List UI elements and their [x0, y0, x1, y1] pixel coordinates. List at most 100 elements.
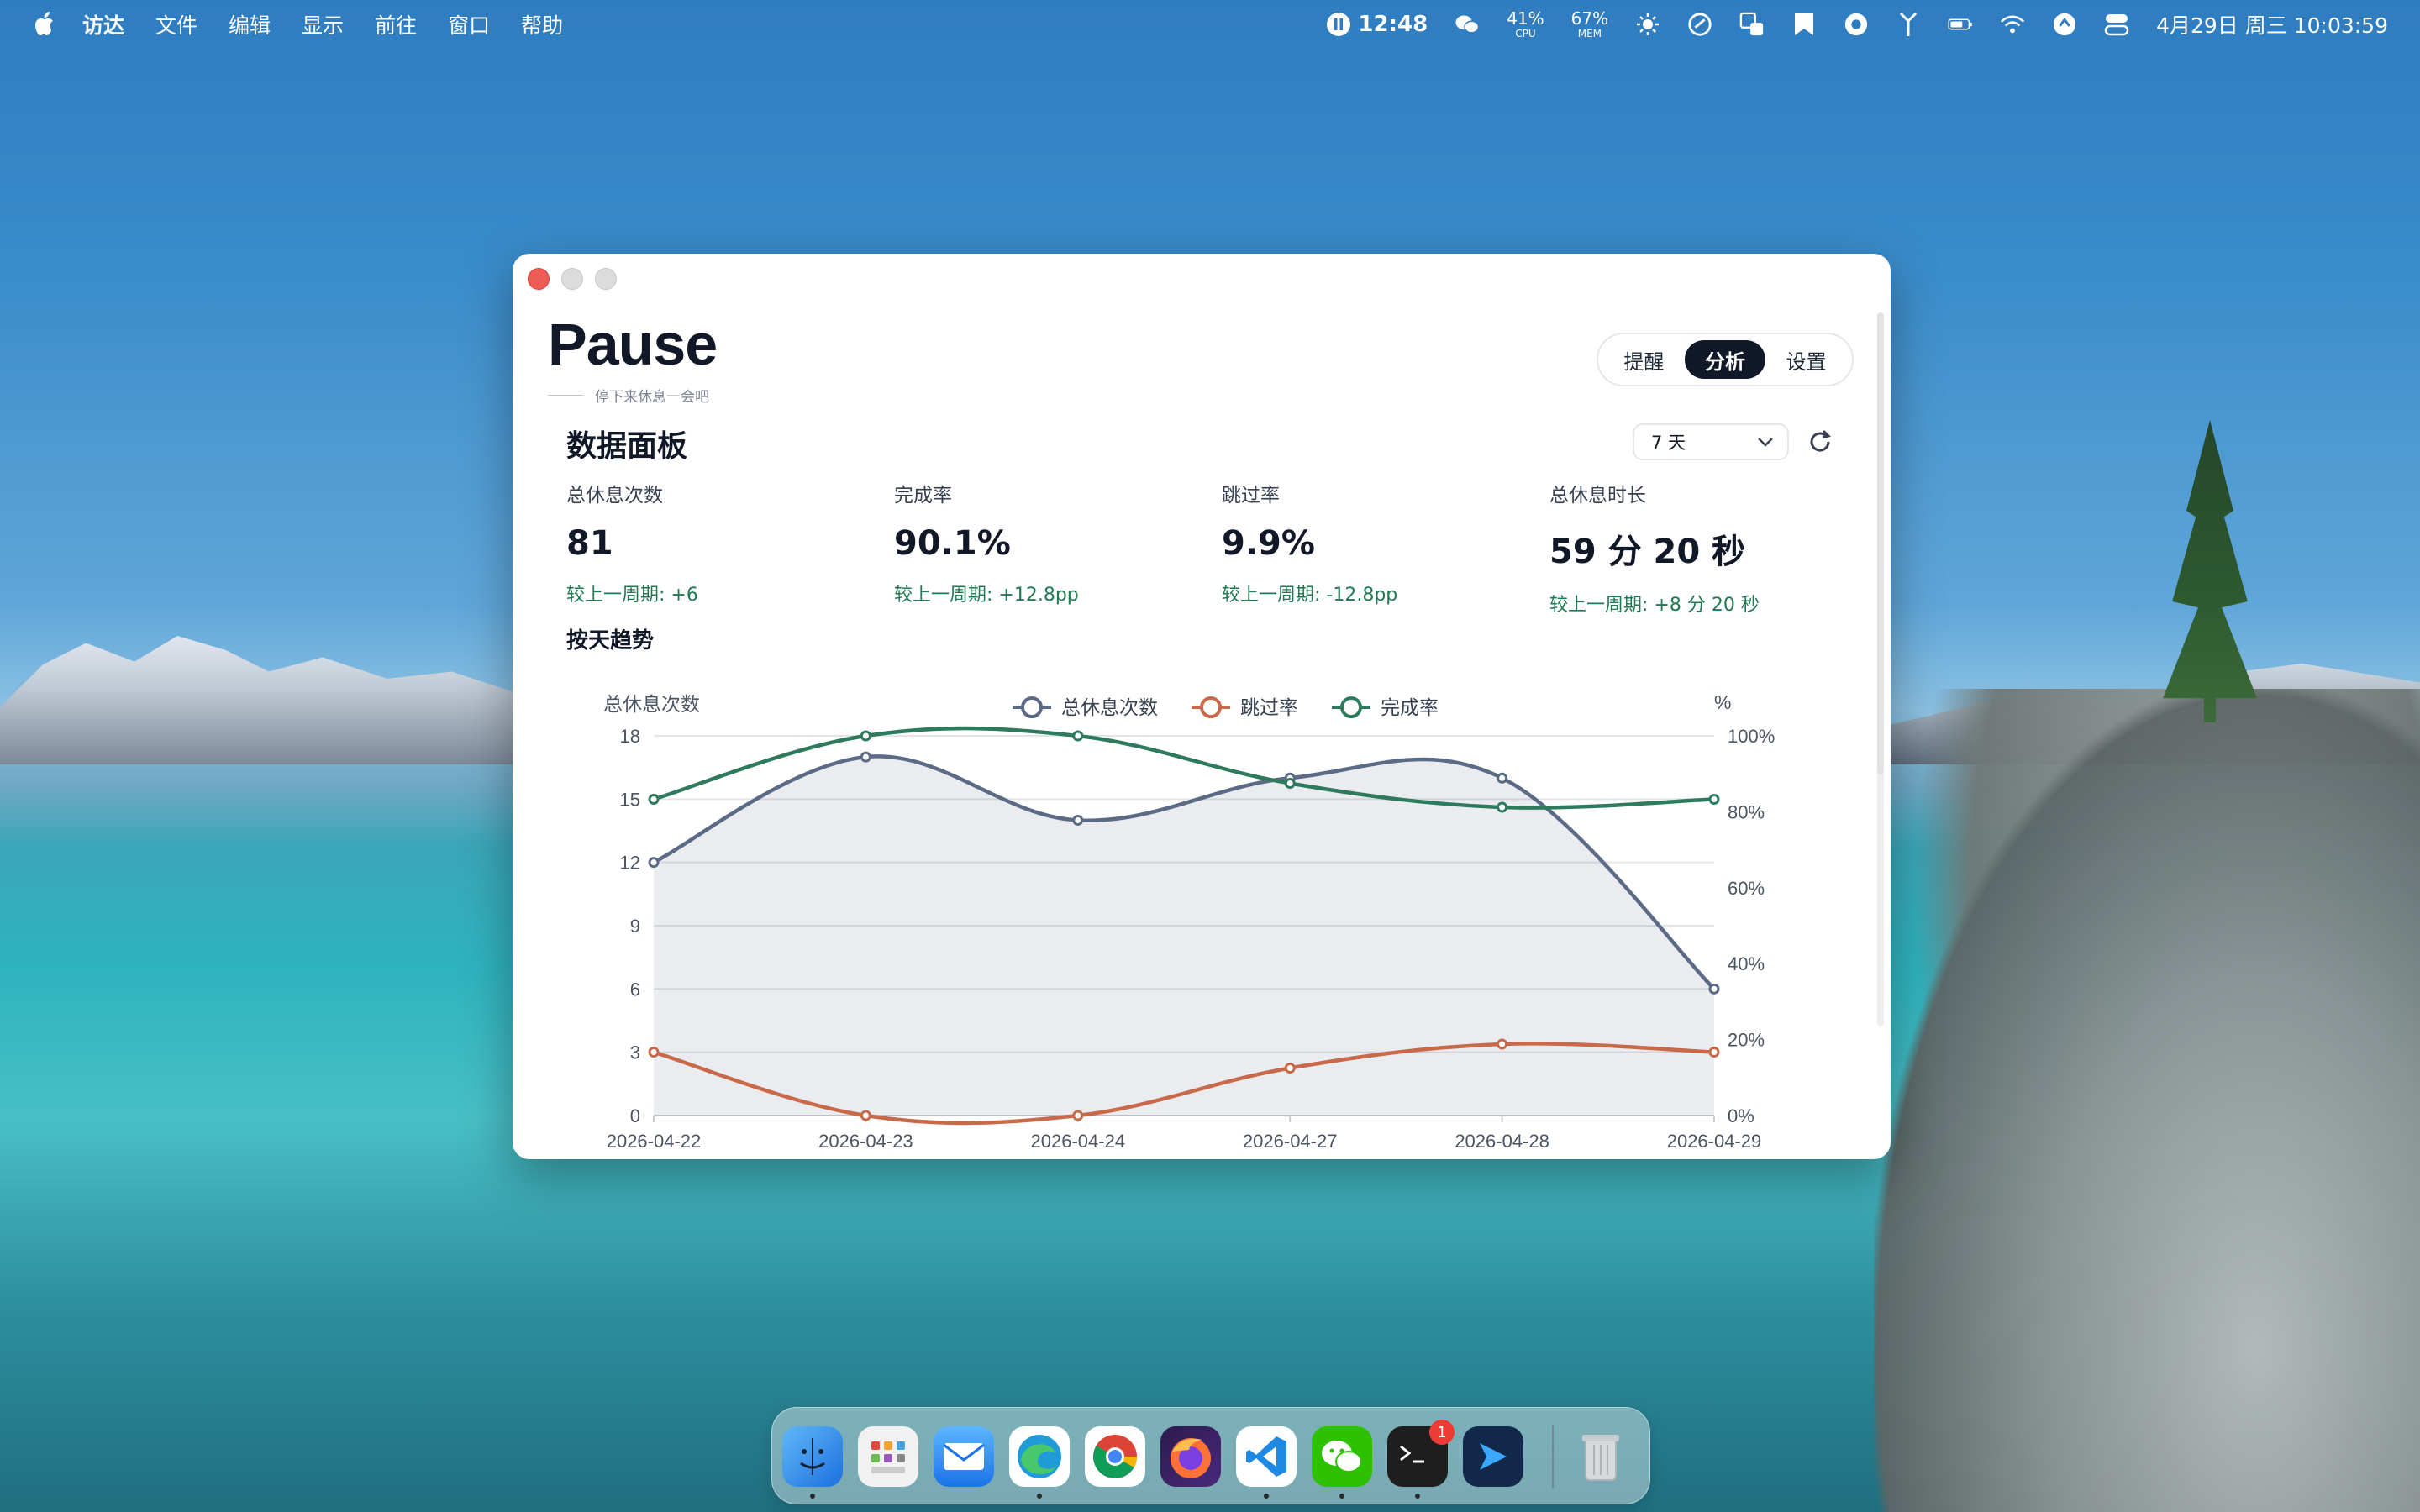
background-mountains: [0, 636, 538, 764]
data-point: [1072, 814, 1084, 826]
legend-label: 完成率: [1381, 696, 1439, 718]
legend-marker: [1200, 696, 1222, 718]
mem-value: 67%: [1570, 8, 1609, 29]
trash-icon[interactable]: [1570, 1426, 1631, 1487]
wifi-icon[interactable]: [2000, 12, 2025, 37]
data-point: [1284, 778, 1296, 789]
stat-value: 9.9%: [1222, 524, 1315, 563]
tagline-text: 停下来休息一会吧: [595, 389, 709, 406]
data-point: [860, 751, 871, 763]
legend-label: 跳过率: [1240, 696, 1298, 718]
refresh-button[interactable]: [1805, 427, 1835, 457]
y-tick-label: 3: [630, 1042, 640, 1063]
stat-label: 完成率: [894, 485, 952, 507]
background-rocks: [1874, 689, 2420, 1512]
tab-reminders[interactable]: 提醒: [1603, 340, 1685, 379]
tab-switcher: 提醒 分析 设置: [1597, 333, 1854, 386]
scrollbar-thumb[interactable]: [1877, 312, 1884, 774]
menu-help[interactable]: 帮助: [521, 9, 563, 39]
minimize-button[interactable]: [561, 268, 583, 290]
zoom-button[interactable]: [595, 268, 617, 290]
pause-window: Pause 停下来休息一会吧 提醒 分析 设置 数据面板 7 天 总休息次数 8…: [513, 254, 1891, 1159]
firefox-icon[interactable]: [1160, 1426, 1221, 1487]
y-right-tick-label: 20%: [1728, 1030, 1765, 1051]
vscode-icon[interactable]: [1236, 1426, 1297, 1499]
data-point: [1708, 793, 1720, 805]
menu-edit[interactable]: 编辑: [229, 9, 271, 39]
tagline: 停下来休息一会吧: [548, 385, 709, 406]
dock: 1: [771, 1407, 1650, 1504]
dock-separator: [1552, 1425, 1554, 1488]
tagline-divider: [548, 395, 583, 396]
y-right-tick-label: 80%: [1728, 801, 1765, 822]
stat-value: 81: [566, 524, 613, 563]
trend-chart-svg: 0 3 6 9 12 15 18 0% 20% 40% 60% 80% 100% 2026-04-22 20…: [603, 691, 1775, 1152]
translate-icon[interactable]: [1739, 12, 1765, 37]
menubar-clock[interactable]: 4月29日 周三 10:03:59: [2156, 9, 2388, 39]
record-icon[interactable]: [1844, 12, 1869, 37]
wechat-icon[interactable]: [1312, 1426, 1372, 1499]
running-indicator: [1037, 1494, 1042, 1499]
wechat-status-icon[interactable]: [1455, 12, 1480, 37]
stat-compare: 较上一周期: +8 分 20 秒: [1549, 595, 1760, 616]
range-select[interactable]: 7 天: [1633, 423, 1789, 460]
menu-bar: 访达 文件 编辑 显示 前往 窗口 帮助 12:48 41% CPU 67% M…: [0, 0, 2420, 49]
menu-app-name[interactable]: 访达: [82, 9, 124, 39]
data-point: [1072, 1110, 1084, 1121]
finder-icon[interactable]: [782, 1426, 843, 1499]
brightness-icon[interactable]: [1635, 12, 1660, 37]
edge-icon[interactable]: [1009, 1426, 1070, 1499]
pause-timer[interactable]: 12:48: [1326, 12, 1428, 37]
y-right-tick-label: 40%: [1728, 953, 1765, 974]
y-tick-label: 12: [620, 853, 640, 874]
data-point: [1497, 1038, 1508, 1050]
menu-view[interactable]: 显示: [302, 9, 344, 39]
tab-analytics[interactable]: 分析: [1684, 340, 1766, 379]
data-point: [1072, 730, 1084, 742]
series-area: [654, 756, 1714, 1116]
app-status-icon[interactable]: [1687, 12, 1712, 37]
stat-label: 总休息时长: [1549, 485, 1646, 507]
menu-go[interactable]: 前往: [375, 9, 417, 39]
stat-skip-rate: 跳过率 9.9% 较上一周期: -12.8pp: [1222, 479, 1524, 606]
chevron-down-icon: [1758, 438, 1773, 447]
menu-window[interactable]: 窗口: [448, 9, 490, 39]
data-point: [860, 730, 871, 742]
fork-icon[interactable]: [1896, 12, 1921, 37]
x-tick-label: 2026-04-28: [1455, 1131, 1549, 1152]
apple-menu-icon[interactable]: [34, 11, 57, 38]
y-axis-title: 总休息次数: [603, 693, 700, 715]
control-center-icon[interactable]: [2104, 12, 2129, 37]
close-button[interactable]: [528, 268, 550, 290]
data-point: [1708, 983, 1720, 995]
range-select-value: 7 天: [1651, 433, 1686, 453]
stat-value: 59 分 20 秒: [1549, 533, 1746, 571]
launchpad-icon[interactable]: [858, 1426, 918, 1487]
sync-icon[interactable]: [2052, 12, 2077, 37]
data-point: [860, 1110, 871, 1121]
bookmark-icon[interactable]: [1791, 12, 1817, 37]
tab-settings[interactable]: 设置: [1765, 340, 1847, 379]
pause-icon: [1327, 13, 1351, 36]
y-right-tick-label: 100%: [1728, 726, 1775, 747]
brand: Pause 停下来休息一会吧: [548, 311, 718, 406]
cpu-monitor[interactable]: 41% CPU: [1507, 10, 1544, 39]
pause-app-icon[interactable]: [1463, 1426, 1523, 1487]
notification-badge: 1: [1429, 1420, 1455, 1445]
y-right-axis-title: %: [1714, 691, 1731, 713]
chrome-icon[interactable]: [1085, 1426, 1145, 1487]
menu-file[interactable]: 文件: [155, 9, 197, 39]
mem-monitor[interactable]: 67% MEM: [1571, 10, 1608, 39]
cpu-label: CPU: [1515, 28, 1536, 39]
stat-total-duration: 总休息时长 59 分 20 秒 较上一周期: +8 分 20 秒: [1549, 479, 1852, 617]
y-tick-label: 6: [630, 979, 640, 1000]
mail-icon[interactable]: [934, 1426, 994, 1487]
data-point: [1497, 801, 1508, 813]
cpu-value: 41%: [1507, 8, 1544, 29]
y-tick-label: 9: [630, 916, 640, 937]
stats-row: 总休息次数 81 较上一周期: +6 完成率 90.1% 较上一周期: +12.…: [566, 479, 1877, 616]
battery-icon[interactable]: [1948, 12, 1973, 37]
terminal-icon[interactable]: 1: [1387, 1420, 1455, 1499]
data-point: [648, 793, 660, 805]
x-tick-label: 2026-04-24: [1031, 1131, 1126, 1152]
